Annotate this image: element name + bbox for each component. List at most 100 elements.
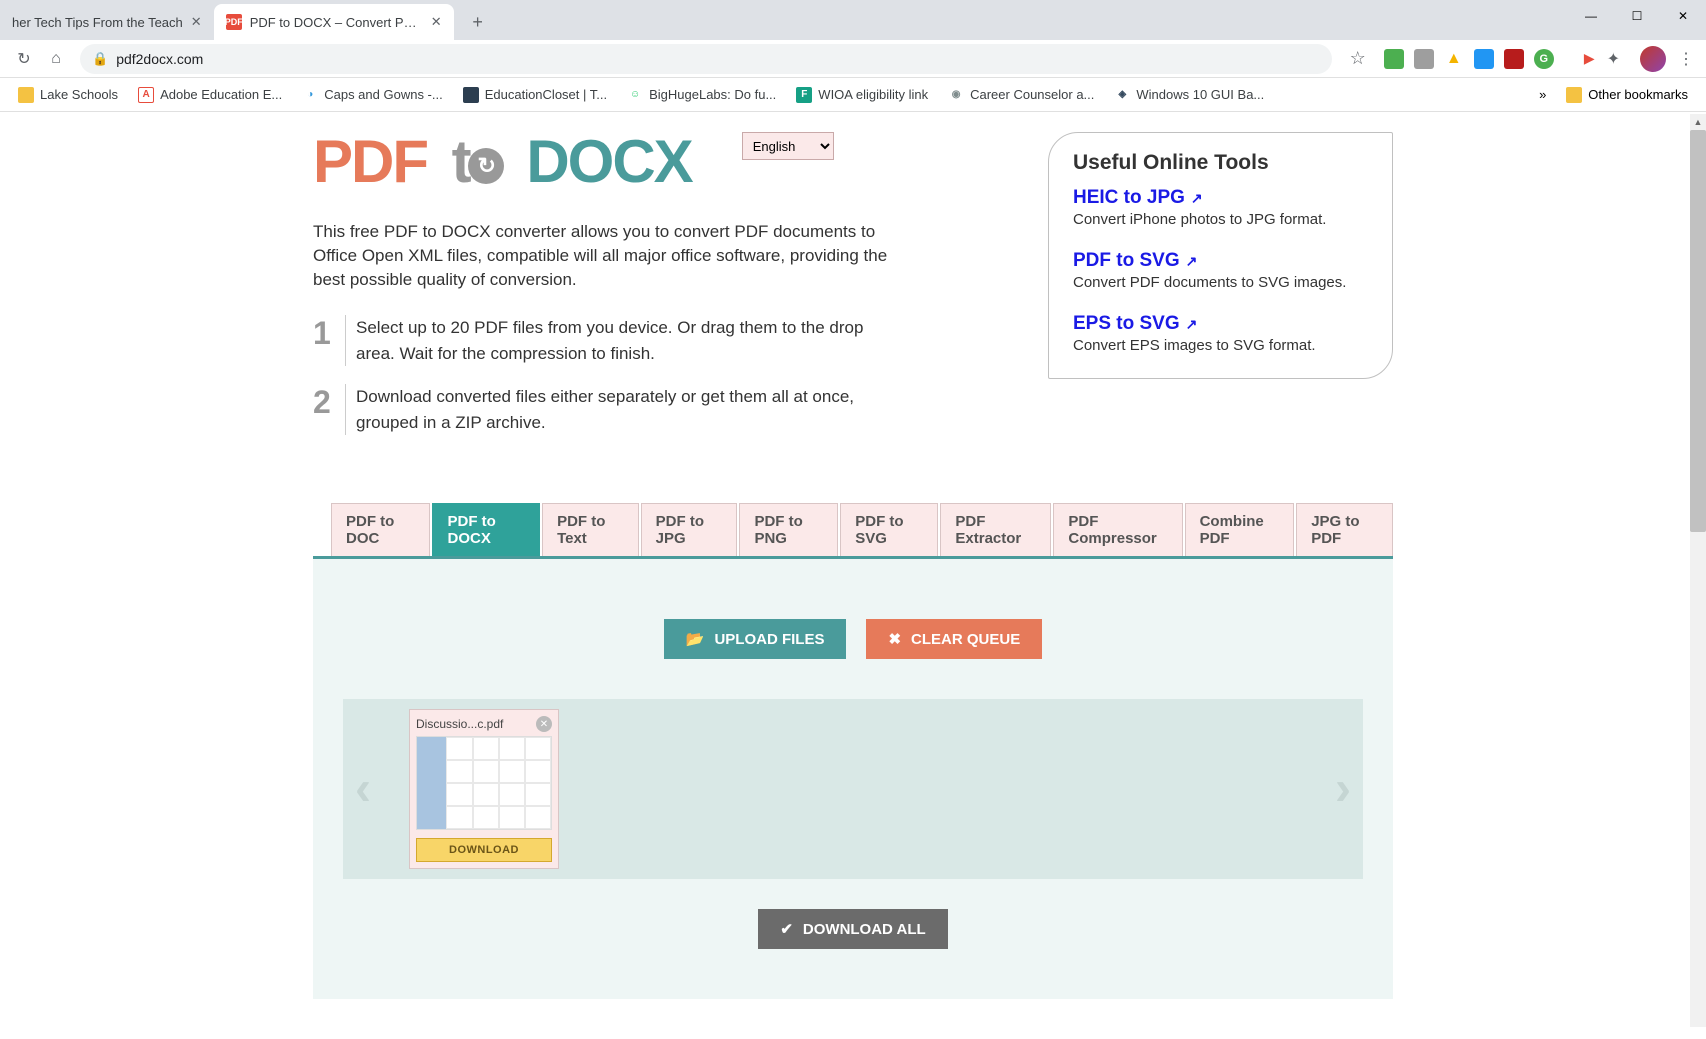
tool-desc: Convert PDF documents to SVG images. xyxy=(1073,274,1368,291)
maximize-button[interactable]: ☐ xyxy=(1614,0,1660,32)
tab-pdf-extractor[interactable]: PDF Extractor xyxy=(940,503,1051,556)
useful-tools-box: Useful Online Tools HEIC to JPG↗ Convert… xyxy=(1048,132,1393,379)
download-all-label: DOWNLOAD ALL xyxy=(803,921,926,938)
bookmark-label: BigHugeLabs: Do fu... xyxy=(649,87,776,102)
download-file-button[interactable]: DOWNLOAD xyxy=(416,838,552,862)
other-bookmarks[interactable]: Other bookmarks xyxy=(1556,87,1698,103)
bookmark-label: WIOA eligibility link xyxy=(818,87,928,102)
external-link-icon: ↗ xyxy=(1186,253,1198,270)
star-icon[interactable]: ☆ xyxy=(1350,48,1366,69)
ext-icon[interactable] xyxy=(1504,49,1524,69)
step-number: 1 xyxy=(313,315,345,366)
external-link-icon: ↗ xyxy=(1186,316,1198,333)
tab-pdf-compressor[interactable]: PDF Compressor xyxy=(1053,503,1182,556)
lock-icon: 🔒 xyxy=(92,51,108,67)
conversion-tabs: PDF to DOC PDF to DOCX PDF to Text PDF t… xyxy=(313,503,1393,559)
file-thumbnail xyxy=(416,736,552,830)
tool-link-epssvg[interactable]: EPS to SVG↗ xyxy=(1073,313,1197,335)
bookmark-item[interactable]: ☺BigHugeLabs: Do fu... xyxy=(617,87,786,103)
vertical-scrollbar[interactable]: ▲ xyxy=(1690,114,1706,1027)
clear-queue-button[interactable]: ✖ CLEAR QUEUE xyxy=(866,619,1042,659)
page-description: This free PDF to DOCX converter allows y… xyxy=(313,220,923,291)
language-select[interactable]: English xyxy=(742,132,834,160)
scroll-up-arrow[interactable]: ▲ xyxy=(1690,114,1706,130)
bookmark-overflow[interactable]: » xyxy=(1529,87,1556,102)
bookmark-item[interactable]: ◑Caps and Gowns -... xyxy=(292,87,453,103)
bookmark-item[interactable]: ◈Windows 10 GUI Ba... xyxy=(1104,87,1274,103)
bookmark-item[interactable]: AAdobe Education E... xyxy=(128,87,292,103)
ext-icon[interactable]: ▶ xyxy=(1584,50,1595,67)
tab-pdf-to-jpg[interactable]: PDF to JPG xyxy=(641,503,738,556)
bookmark-label: Lake Schools xyxy=(40,87,118,102)
file-name: Discussio...c.pdf xyxy=(416,717,532,731)
minimize-button[interactable]: — xyxy=(1568,0,1614,32)
tool-desc: Convert iPhone photos to JPG format. xyxy=(1073,211,1368,228)
step-item: 1 Select up to 20 PDF files from you dev… xyxy=(313,315,988,366)
tab-pdf-to-docx[interactable]: PDF to DOCX xyxy=(432,503,540,556)
browser-tab[interactable]: her Tech Tips From the Teach ✕ xyxy=(0,4,214,40)
reload-button[interactable]: ↻ xyxy=(8,43,40,75)
bookmark-label: EducationCloset | T... xyxy=(485,87,607,102)
ext-icon[interactable] xyxy=(1384,49,1404,69)
extensions-icon[interactable]: ✦ xyxy=(1607,49,1620,69)
bookmarks-bar: Lake Schools AAdobe Education E... ◑Caps… xyxy=(0,78,1706,112)
scroll-thumb[interactable] xyxy=(1690,130,1706,532)
ext-icon[interactable] xyxy=(1414,49,1434,69)
grammarly-icon[interactable]: G xyxy=(1534,49,1554,69)
tab-pdf-to-text[interactable]: PDF to Text xyxy=(542,503,639,556)
logo-docx: DOCX xyxy=(526,128,691,195)
folder-open-icon: 📂 xyxy=(686,630,705,648)
chrome-menu-button[interactable]: ⋮ xyxy=(1674,49,1698,69)
check-icon: ✔ xyxy=(780,920,793,938)
close-icon[interactable]: ✕ xyxy=(431,14,442,30)
tab-jpg-to-pdf[interactable]: JPG to PDF xyxy=(1296,503,1393,556)
browser-tab-strip: her Tech Tips From the Teach ✕ PDF PDF t… xyxy=(0,0,1706,40)
carousel-prev[interactable]: ‹ xyxy=(355,762,371,817)
pdf-favicon: PDF xyxy=(226,14,242,30)
tools-title: Useful Online Tools xyxy=(1073,151,1368,175)
bookmark-item[interactable]: Lake Schools xyxy=(8,87,128,103)
bookmark-label: Caps and Gowns -... xyxy=(324,87,443,102)
bookmark-item[interactable]: EducationCloset | T... xyxy=(453,87,617,103)
window-controls: — ☐ ✕ xyxy=(1568,0,1706,32)
tab-pdf-to-png[interactable]: PDF to PNG xyxy=(739,503,838,556)
tool-link-heic[interactable]: HEIC to JPG↗ xyxy=(1073,187,1203,209)
close-window-button[interactable]: ✕ xyxy=(1660,0,1706,32)
close-icon[interactable]: ✕ xyxy=(191,14,202,30)
logo-pdf: PDF xyxy=(313,128,427,195)
tab-title: PDF to DOCX – Convert PDF to D xyxy=(250,15,423,30)
download-all-button[interactable]: ✔ DOWNLOAD ALL xyxy=(758,909,947,949)
url-text: pdf2docx.com xyxy=(116,51,203,67)
tool-link-pdfsvg[interactable]: PDF to SVG↗ xyxy=(1073,250,1197,272)
files-carousel: ‹ Discussio...c.pdf ✕ DOWNLOAD xyxy=(343,699,1363,879)
step-item: 2 Download converted files either separa… xyxy=(313,384,988,435)
browser-tab-active[interactable]: PDF PDF to DOCX – Convert PDF to D ✕ xyxy=(214,4,454,40)
bookmark-label: Adobe Education E... xyxy=(160,87,282,102)
steps-list: 1 Select up to 20 PDF files from you dev… xyxy=(313,315,988,435)
address-bar-row: ↻ ⌂ 🔒 pdf2docx.com ☆ ▲ G ▶ ✦ ⋮ xyxy=(0,40,1706,78)
drive-icon[interactable]: ▲ xyxy=(1444,49,1464,69)
step-text: Select up to 20 PDF files from you devic… xyxy=(345,315,905,366)
upload-area: 📂 UPLOAD FILES ✖ CLEAR QUEUE ‹ Discussio… xyxy=(313,559,1393,999)
bookmark-label: Windows 10 GUI Ba... xyxy=(1136,87,1264,102)
bookmark-item[interactable]: ◉Career Counselor a... xyxy=(938,87,1104,103)
upload-label: UPLOAD FILES xyxy=(714,631,824,648)
external-link-icon: ↗ xyxy=(1191,190,1203,207)
arrow-icon xyxy=(468,148,504,184)
tab-combine-pdf[interactable]: Combine PDF xyxy=(1185,503,1295,556)
upload-files-button[interactable]: 📂 UPLOAD FILES xyxy=(664,619,847,659)
tab-pdf-to-doc[interactable]: PDF to DOC xyxy=(331,503,430,556)
new-tab-button[interactable]: + xyxy=(462,6,494,38)
bookmark-item[interactable]: FWIOA eligibility link xyxy=(786,87,938,103)
address-bar[interactable]: 🔒 pdf2docx.com xyxy=(80,44,1332,74)
step-number: 2 xyxy=(313,384,345,435)
remove-file-button[interactable]: ✕ xyxy=(536,716,552,732)
profile-avatar[interactable] xyxy=(1640,46,1666,72)
carousel-next[interactable]: › xyxy=(1335,762,1351,817)
tab-pdf-to-svg[interactable]: PDF to SVG xyxy=(840,503,938,556)
logo-to: t xyxy=(452,128,502,195)
tab-title: her Tech Tips From the Teach xyxy=(12,15,183,30)
ext-icon[interactable] xyxy=(1474,49,1494,69)
home-button[interactable]: ⌂ xyxy=(40,43,72,75)
tool-desc: Convert EPS images to SVG format. xyxy=(1073,337,1368,354)
